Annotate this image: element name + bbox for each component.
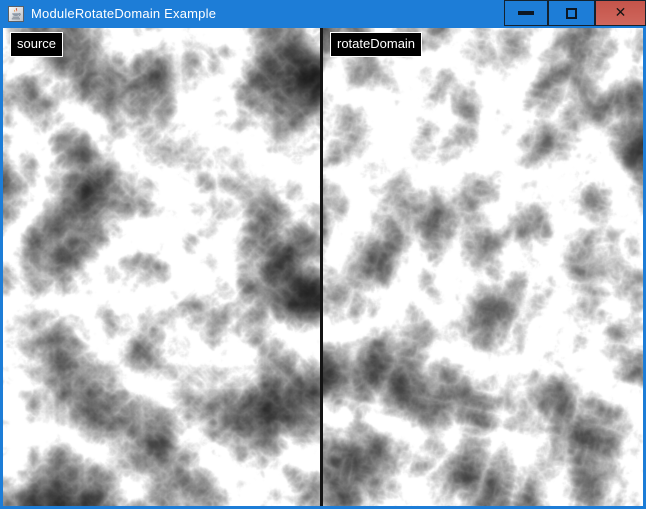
maximize-icon xyxy=(566,8,577,19)
panel-label-rotatedomain: rotateDomain xyxy=(330,32,422,57)
close-button[interactable]: ✕ xyxy=(595,0,646,26)
panel-rotatedomain: rotateDomain xyxy=(323,28,643,506)
rotatedomain-noise-canvas xyxy=(323,28,643,506)
java-coffee-cup-icon xyxy=(8,6,24,22)
minimize-button[interactable] xyxy=(504,0,548,26)
source-noise-canvas xyxy=(3,28,320,506)
title-bar[interactable]: ModuleRotateDomain Example ✕ xyxy=(0,0,646,28)
maximize-button[interactable] xyxy=(548,0,595,26)
app-window: ModuleRotateDomain Example ✕ source rota… xyxy=(0,0,646,509)
minimize-icon xyxy=(518,11,534,15)
panel-source: source xyxy=(3,28,320,506)
close-icon: ✕ xyxy=(615,6,627,20)
window-title: ModuleRotateDomain Example xyxy=(31,0,216,28)
render-area: source rotateDomain xyxy=(3,28,643,506)
window-controls: ✕ xyxy=(504,0,646,26)
panel-label-source: source xyxy=(10,32,63,57)
